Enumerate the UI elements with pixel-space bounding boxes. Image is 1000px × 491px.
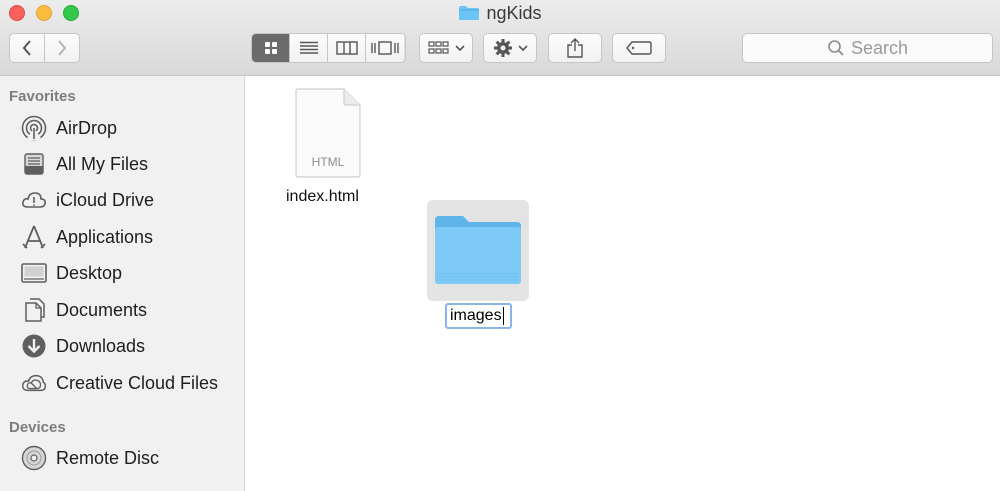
file-item-images-folder[interactable] <box>427 200 529 301</box>
arrange-button[interactable] <box>419 33 473 63</box>
sidebar-item-label: Desktop <box>56 262 123 283</box>
search-field[interactable]: Search <box>742 33 993 63</box>
sidebar-item-label: Applications <box>56 226 154 247</box>
sidebar-item-label: AirDrop <box>56 117 118 138</box>
folder-icon <box>435 216 521 284</box>
sidebar-item-creative-cloud-files[interactable]: Creative Cloud Files <box>0 366 244 400</box>
cover-flow-icon <box>371 41 399 55</box>
downloads-icon <box>21 333 47 359</box>
sidebar-item-label: Documents <box>56 299 148 320</box>
arrange-icon <box>427 41 449 54</box>
tag-button[interactable] <box>612 33 666 63</box>
navigation-buttons <box>9 33 80 63</box>
search-placeholder: Search <box>850 37 909 58</box>
back-button[interactable] <box>10 34 45 62</box>
documents-icon <box>21 297 47 323</box>
text-cursor <box>502 307 504 325</box>
icon-view-icon <box>264 42 277 54</box>
file-name-label[interactable]: index.html <box>286 188 359 206</box>
window-titlebar: ngKids Search <box>0 0 1000 76</box>
cloud-icon <box>21 187 47 213</box>
all-files-icon <box>21 151 47 177</box>
chevron-down-icon <box>517 45 528 52</box>
window-title: ngKids <box>0 3 1000 24</box>
sidebar-item-documents[interactable]: Documents <box>0 293 244 327</box>
chevron-down-icon <box>454 45 465 52</box>
sidebar-item-label: Downloads <box>56 335 146 356</box>
devices-header: Devices <box>9 419 66 436</box>
desktop-icon <box>21 260 47 286</box>
sidebar-item-downloads[interactable]: Downloads <box>0 329 244 363</box>
creative-cloud-icon <box>21 370 47 396</box>
favorites-header: Favorites <box>9 88 76 105</box>
sidebar-item-airdrop[interactable]: AirDrop <box>0 111 244 145</box>
sidebar-item-label: iCloud Drive <box>56 189 155 210</box>
icon-view-button[interactable] <box>252 34 290 62</box>
list-view-button[interactable] <box>290 34 328 62</box>
rename-input-value: images <box>450 307 502 324</box>
forward-button[interactable] <box>44 34 79 62</box>
cover-flow-button[interactable] <box>366 34 404 62</box>
column-view-icon <box>335 41 358 55</box>
applications-icon <box>21 224 47 250</box>
sidebar-item-icloud-drive[interactable]: iCloud Drive <box>0 183 244 217</box>
sidebar-item-all-my-files[interactable]: All My Files <box>0 147 244 181</box>
column-view-button[interactable] <box>328 34 366 62</box>
folder-icon <box>459 6 480 20</box>
share-icon <box>567 38 583 58</box>
rename-input[interactable]: images <box>445 303 512 329</box>
sidebar-item-applications[interactable]: Applications <box>0 220 244 254</box>
sidebar-item-label: All My Files <box>56 153 149 174</box>
chevron-right-icon <box>57 40 67 56</box>
search-icon <box>828 40 844 56</box>
sidebar: Favorites AirDrop All My Files iCloud Dr… <box>0 76 245 491</box>
airdrop-icon <box>21 115 47 141</box>
file-type-label: HTML <box>311 155 345 169</box>
disc-icon <box>21 445 47 471</box>
sidebar-item-remote-disc[interactable]: Remote Disc <box>0 441 244 475</box>
view-mode-control <box>251 33 406 63</box>
sidebar-item-desktop[interactable]: Desktop <box>0 256 244 290</box>
tag-icon <box>626 41 652 55</box>
file-item-index-html[interactable]: HTML <box>294 88 362 178</box>
sidebar-item-label: Remote Disc <box>56 447 160 468</box>
action-button[interactable] <box>483 33 537 63</box>
sidebar-item-label: Creative Cloud Files <box>56 372 219 393</box>
share-button[interactable] <box>548 33 602 63</box>
list-view-icon <box>299 41 318 54</box>
chevron-left-icon <box>22 40 31 56</box>
gear-icon <box>493 39 512 57</box>
window-title-text: ngKids <box>486 3 542 23</box>
